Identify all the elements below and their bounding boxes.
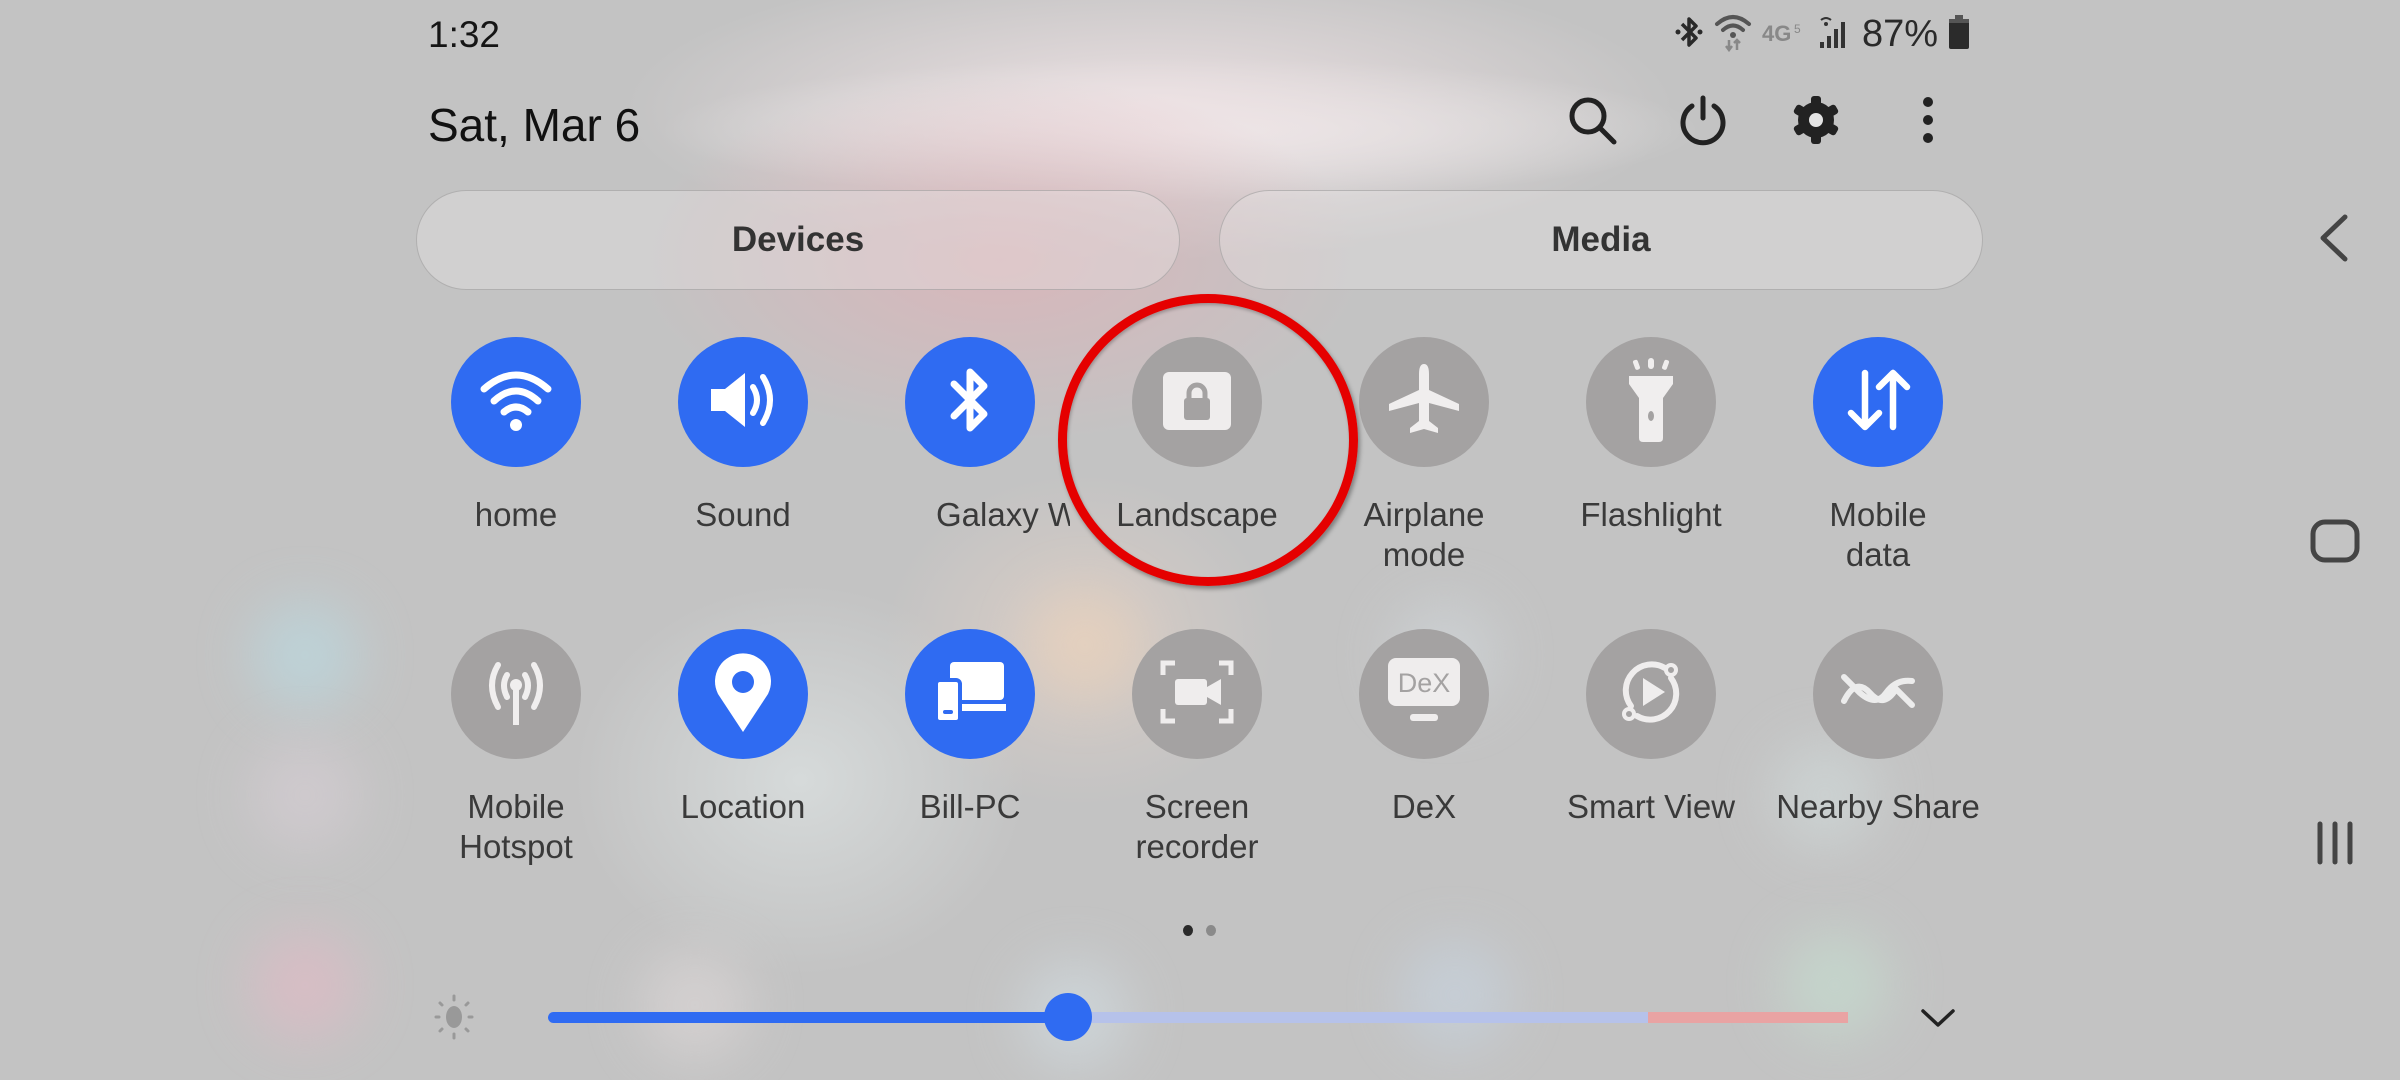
dex-icon: DeX — [1386, 656, 1462, 733]
media-button[interactable]: Media — [1219, 190, 1983, 290]
tile-label: Bill-PC — [919, 788, 1021, 825]
tile-label: Nearby Share — [1776, 788, 1980, 825]
tile-label-line2: data — [1845, 536, 1911, 573]
power-icon — [1675, 92, 1731, 153]
airplane-icon — [1384, 360, 1464, 445]
bluetooth-icon — [940, 360, 1000, 445]
back-icon — [2317, 213, 2353, 268]
link-to-pc-icon — [932, 660, 1008, 729]
tile-flashlight[interactable]: Flashlight — [1541, 337, 1761, 535]
tile-mobile-data[interactable]: Mobile data — [1768, 337, 1988, 575]
tile-rotation-lock[interactable]: Landscape — [1087, 337, 1307, 535]
flashlight-icon — [1621, 357, 1681, 447]
hotspot-icon — [476, 657, 556, 732]
tile-label: Airplane mode — [1363, 495, 1484, 575]
date-label: Sat, Mar 6 — [428, 99, 641, 151]
tile-screen-recorder[interactable]: Screen recorder — [1087, 629, 1307, 867]
tile-label-line1: Screen — [1144, 788, 1250, 825]
gear-icon — [1788, 92, 1844, 153]
devices-button[interactable]: Devices — [416, 190, 1180, 290]
slider-thumb[interactable] — [1044, 993, 1092, 1041]
4g-icon: 4G 5 — [1762, 19, 1808, 50]
status-icons: 4G 5 87% — [1674, 12, 1970, 57]
signal-icon — [1818, 14, 1852, 55]
tile-label-line1: Mobile — [1829, 496, 1927, 533]
nav-back-button[interactable] — [2300, 205, 2370, 275]
battery-icon — [1948, 14, 1970, 55]
battery-percent: 87% — [1861, 13, 1938, 55]
brightness-slider[interactable] — [548, 993, 1848, 1041]
tile-bluetooth[interactable]: Galaxy W — [860, 337, 1080, 535]
settings-button[interactable] — [1786, 92, 1846, 152]
tile-label: home — [474, 496, 558, 533]
location-icon — [710, 650, 776, 739]
tile-nearby-share[interactable]: Nearby Share — [1768, 629, 1988, 827]
nav-home-button[interactable] — [2300, 508, 2370, 578]
tile-label-line1: Airplane — [1363, 496, 1485, 533]
slider-fill — [548, 1012, 1068, 1023]
tile-label: Screen recorder — [1136, 787, 1259, 867]
screen-recorder-icon — [1159, 659, 1235, 730]
tile-mobile-hotspot[interactable]: Mobile Hotspot — [406, 629, 626, 867]
page-dot-active[interactable] — [1183, 925, 1193, 936]
more-vertical-icon — [1918, 92, 1938, 153]
page-dot[interactable] — [1206, 925, 1216, 936]
tile-label: DeX — [1391, 788, 1457, 825]
wifi-icon — [1714, 12, 1752, 57]
tile-airplane-mode[interactable]: Airplane mode — [1314, 337, 1534, 575]
tile-sound[interactable]: Sound — [633, 337, 853, 535]
tile-wifi[interactable]: home — [406, 337, 626, 535]
search-icon — [1564, 92, 1620, 153]
wifi-icon — [476, 365, 556, 440]
bluetooth-icon — [1674, 14, 1704, 55]
expand-button[interactable] — [1918, 1000, 1958, 1040]
tile-smart-view[interactable]: Smart View — [1541, 629, 1761, 827]
tile-label: Mobile Hotspot — [459, 787, 573, 867]
svg-text:DeX: DeX — [1398, 668, 1451, 698]
tile-label: Mobile data — [1829, 495, 1926, 575]
tile-link-to-pc[interactable]: Bill-PC — [860, 629, 1080, 827]
brightness-icon — [432, 994, 476, 1045]
tile-dex[interactable]: DeX DeX — [1314, 629, 1534, 827]
home-icon — [2310, 519, 2360, 568]
svg-text:4G: 4G — [1762, 21, 1791, 45]
tile-location[interactable]: Location — [633, 629, 853, 827]
tile-label-line2: Hotspot — [459, 828, 573, 865]
tile-label: Galaxy W — [936, 496, 1070, 533]
power-button[interactable] — [1673, 92, 1733, 152]
rotation-lock-icon — [1161, 368, 1233, 437]
blurred-wallpaper — [0, 0, 2400, 1080]
tile-label-line2: recorder — [1135, 828, 1259, 865]
tile-label-line2: mode — [1382, 536, 1466, 573]
search-button[interactable] — [1562, 92, 1622, 152]
tile-label: Smart View — [1566, 788, 1736, 825]
chevron-down-icon — [1920, 1007, 1956, 1034]
slider-track-high — [1648, 1012, 1848, 1023]
devices-label: Devices — [731, 220, 865, 259]
svg-text:5: 5 — [1794, 22, 1801, 36]
sound-icon — [703, 365, 783, 440]
status-time: 1:32 — [428, 14, 501, 55]
media-label: Media — [1551, 220, 1651, 259]
nearby-share-icon — [1840, 667, 1916, 722]
tile-label: Landscape — [1116, 496, 1278, 533]
recents-icon — [2312, 820, 2358, 871]
tile-label: Flashlight — [1580, 496, 1722, 533]
more-options-button[interactable] — [1898, 92, 1958, 152]
tile-label-line1: Mobile — [467, 788, 565, 825]
tile-label: Sound — [695, 496, 791, 533]
page-indicator — [1183, 925, 1216, 936]
smart-view-icon — [1613, 654, 1689, 735]
tile-label: Location — [680, 788, 806, 825]
nav-recents-button[interactable] — [2300, 810, 2370, 880]
mobile-data-icon — [1843, 365, 1913, 440]
